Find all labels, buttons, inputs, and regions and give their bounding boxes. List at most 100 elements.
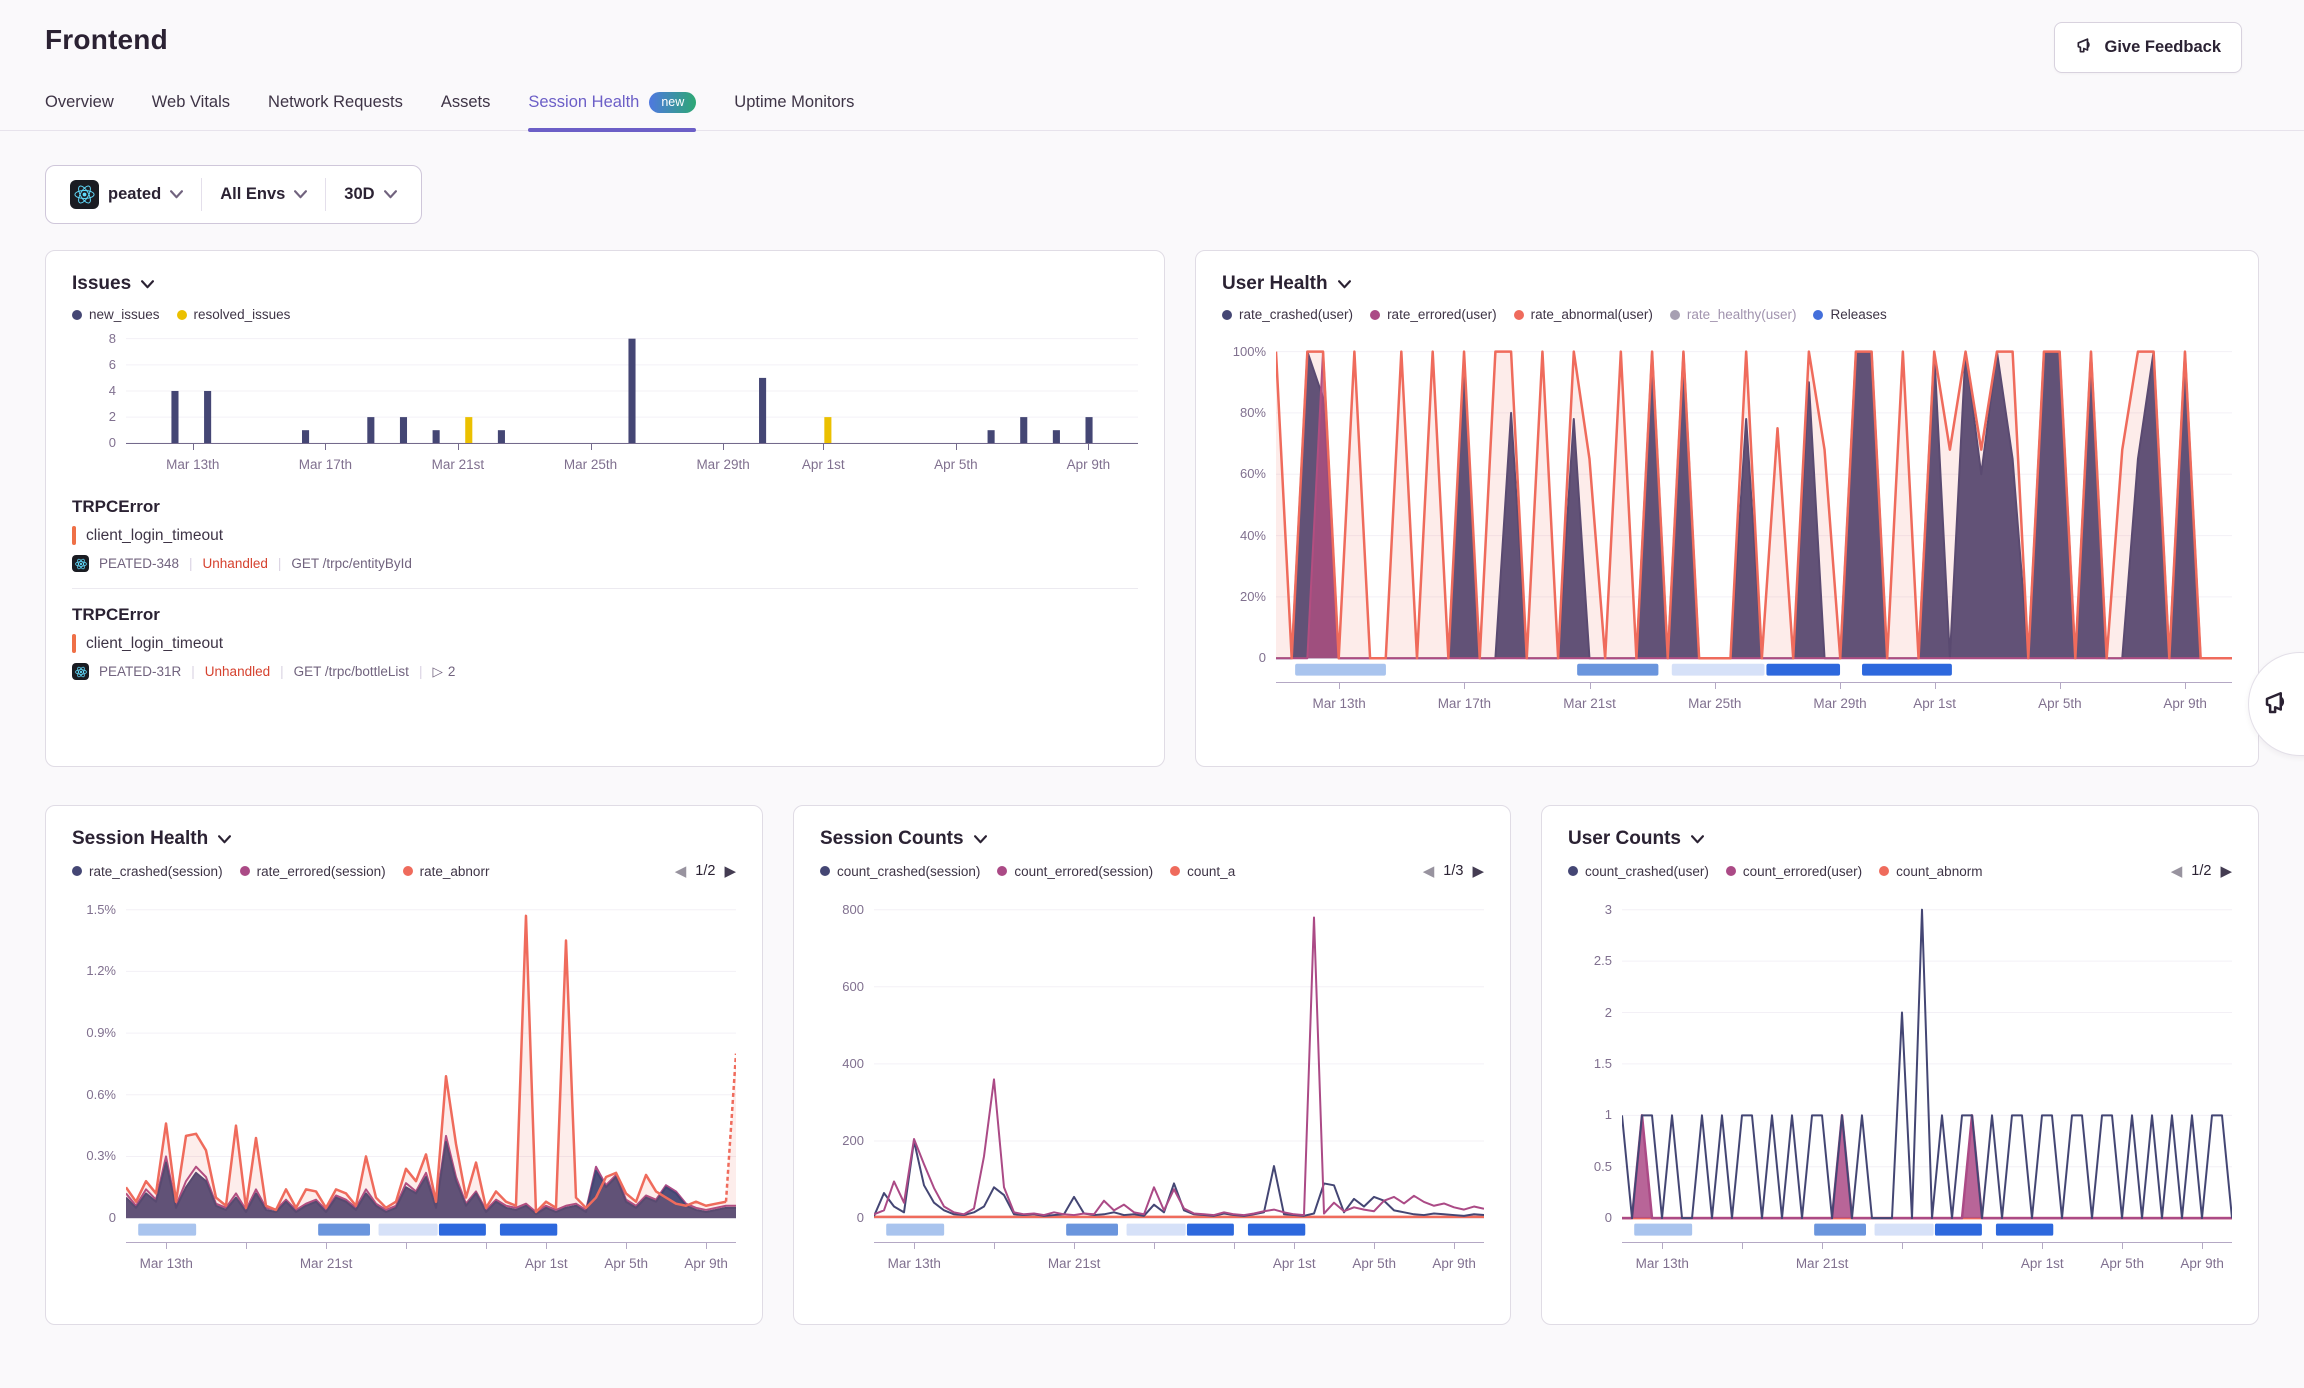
y-axis: 020%40%60%80%100% [1222,332,1276,718]
legend-label: count_crashed(user) [1585,864,1709,879]
legend-item[interactable]: count_crashed(session) [820,864,980,879]
x-axis-labels: Mar 13thMar 17thMar 21stMar 25thMar 29th… [126,457,1138,479]
tab-assets[interactable]: Assets [441,82,491,130]
user-health-chart[interactable]: 020%40%60%80%100%Mar 13thMar 17thMar 21s… [1222,332,2232,718]
x-axis-label: Apr 5th [2100,1256,2144,1271]
legend-pager: ◀ 1/2 ▶ [2171,862,2232,880]
issue-row[interactable]: TRPCError client_login_timeout PEATED-34… [72,497,1138,572]
tab-network-requests[interactable]: Network Requests [268,82,403,130]
legend-item[interactable]: Releases [1813,307,1886,322]
y-axis-label: 1.2% [86,963,116,978]
megaphone-icon [2075,35,2095,60]
react-project-icon [72,663,89,680]
issue-culprit-row: client_login_timeout [72,526,1138,545]
environment-selector-label: All Envs [220,185,285,204]
tab-label: Assets [441,93,491,112]
pager-prev-icon[interactable]: ◀ [1423,862,1435,880]
y-axis-label: 1.5 [1594,1056,1612,1071]
session-counts-panel-header[interactable]: Session Counts [820,828,1484,850]
legend-item[interactable]: rate_crashed(session) [72,864,223,879]
x-axis-label: Apr 1st [525,1256,568,1271]
y-axis: 00.3%0.6%0.9%1.2%1.5% [72,890,126,1278]
legend-label: rate_abnormal(user) [1531,307,1653,322]
meta-divider: | [278,556,282,571]
issue-type[interactable]: TRPCError [72,497,1138,517]
give-feedback-label: Give Feedback [2105,38,2221,57]
legend-item[interactable]: rate_abnormal(user) [1514,307,1653,322]
session-counts-chart[interactable]: 0200400600800Mar 13thMar 21stApr 1stApr … [820,890,1484,1278]
legend-item[interactable]: rate_errored(user) [1370,307,1497,322]
user-health-panel-header[interactable]: User Health [1222,273,2232,295]
meta-divider: | [191,664,195,679]
legend: new_issues resolved_issues [72,307,1138,322]
legend-label: new_issues [89,307,160,322]
x-axis-label: Mar 25th [1688,696,1741,711]
replay-count-value: 2 [448,664,456,679]
chevron-down-icon [294,190,307,199]
legend-item[interactable]: count_a [1170,864,1235,879]
issue-short-id: PEATED-348 [99,556,179,571]
session-counts-legend-row: count_crashed(session) count_errored(sess… [820,862,1484,880]
issue-row[interactable]: TRPCError client_login_timeout PEATED-31… [72,605,1138,680]
tab-overview[interactable]: Overview [45,82,114,130]
legend-item[interactable]: rate_crashed(user) [1222,307,1353,322]
y-axis-label: 20% [1240,589,1266,604]
meta-divider: | [189,556,193,571]
legend-item[interactable]: rate_errored(session) [240,864,386,879]
session-health-panel-header[interactable]: Session Health [72,828,736,850]
replay-count[interactable]: ▷ 2 [432,664,455,680]
frontend-insights-page: Frontend Give Feedback Overview Web Vita… [0,0,2304,1388]
session-health-panel: Session Health rate_crashed(session) rate… [45,805,763,1325]
y-axis: 00.511.522.53 [1568,890,1622,1278]
project-selector[interactable]: peated [52,176,201,213]
x-axis-label: Apr 9th [2180,1256,2224,1271]
legend-item[interactable]: rate_healthy(user) [1670,307,1797,322]
y-axis-label: 0 [1605,1210,1612,1225]
y-axis: 0200400600800 [820,890,874,1278]
issue-divider [72,588,1138,589]
give-feedback-button[interactable]: Give Feedback [2054,22,2242,73]
x-axis-label: Mar 13th [140,1256,193,1271]
tab-session-health[interactable]: Session Health new [528,82,696,130]
legend-label: count_a [1187,864,1235,879]
tab-uptime-monitors[interactable]: Uptime Monitors [734,82,854,130]
legend-item[interactable]: count_crashed(user) [1568,864,1709,879]
bottom-panel-row: Session Health rate_crashed(session) rate… [45,805,2259,1325]
legend-label: count_abnorm [1896,864,1982,879]
legend-item[interactable]: resolved_issues [177,307,291,322]
user-counts-panel: User Counts count_crashed(user) count_err… [1541,805,2259,1325]
session-health-chart[interactable]: 00.3%0.6%0.9%1.2%1.5%Mar 13thMar 21stApr… [72,890,736,1278]
legend-label: Releases [1830,307,1886,322]
issue-type[interactable]: TRPCError [72,605,1138,625]
issues-panel-header[interactable]: Issues [72,273,1138,295]
user-counts-chart[interactable]: 00.511.522.53Mar 13thMar 21stApr 1stApr … [1568,890,2232,1278]
chevron-down-icon [1338,280,1351,289]
legend-item[interactable]: count_abnorm [1879,864,1982,879]
y-axis-label: 6 [109,357,116,372]
error-level-bar [72,526,76,545]
pager-next-icon[interactable]: ▶ [724,862,736,880]
y-axis-label: 600 [842,979,864,994]
legend-label: rate_errored(session) [257,864,386,879]
date-range-selector[interactable]: 30D [326,176,414,213]
legend-item[interactable]: rate_abnorr [403,864,490,879]
pager-label: 1/2 [695,863,715,879]
legend-label: rate_errored(user) [1387,307,1497,322]
user-counts-panel-header[interactable]: User Counts [1568,828,2232,850]
pager-next-icon[interactable]: ▶ [2220,862,2232,880]
legend-item[interactable]: new_issues [72,307,160,322]
environment-selector[interactable]: All Envs [202,176,325,213]
pager-prev-icon[interactable]: ◀ [2171,862,2183,880]
pager-prev-icon[interactable]: ◀ [675,862,687,880]
tab-web-vitals[interactable]: Web Vitals [152,82,230,130]
x-axis-line [1276,682,2232,690]
legend-item[interactable]: count_errored(user) [1726,864,1862,879]
y-axis-label: 80% [1240,405,1266,420]
legend-dot-icon [72,866,82,876]
unhandled-tag: Unhandled [205,664,270,679]
legend-item[interactable]: count_errored(session) [997,864,1153,879]
x-axis-label: Mar 29th [1813,696,1866,711]
x-axis-line [126,443,1138,451]
pager-next-icon[interactable]: ▶ [1472,862,1484,880]
issues-bar-chart[interactable]: 02468Mar 13thMar 17thMar 21stMar 25thMar… [72,332,1138,479]
